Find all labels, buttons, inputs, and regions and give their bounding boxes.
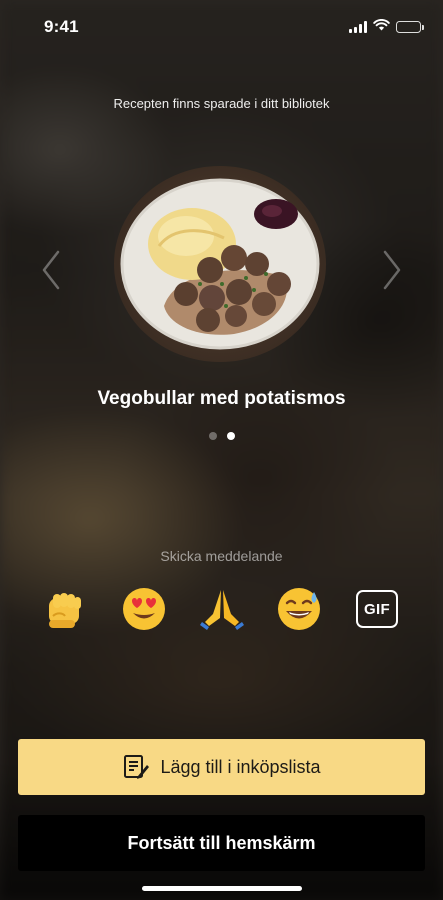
wifi-icon bbox=[373, 18, 390, 36]
sweat-smile-emoji[interactable] bbox=[273, 584, 325, 634]
continue-to-home-label: Fortsätt till hemskärm bbox=[127, 832, 316, 853]
shopping-list-icon bbox=[124, 755, 150, 779]
carousel-pagination bbox=[0, 432, 443, 440]
fist-bump-emoji[interactable] bbox=[40, 584, 92, 634]
add-to-shopping-list-button[interactable]: Lägg till i inköpslista bbox=[18, 739, 425, 795]
carousel-next-button[interactable] bbox=[377, 245, 407, 295]
cellular-signal-icon bbox=[349, 21, 367, 33]
pagination-dot-active[interactable] bbox=[226, 432, 235, 440]
status-bar: 9:41 bbox=[0, 0, 443, 54]
status-time: 9:41 bbox=[44, 17, 79, 36]
saved-notice: Recepten finns sparade i ditt bibliotek bbox=[113, 96, 330, 111]
add-to-shopping-list-label: Lägg till i inköpslista bbox=[160, 756, 321, 777]
gif-icon: GIF bbox=[356, 590, 398, 628]
status-icons bbox=[349, 18, 424, 36]
battery-icon bbox=[396, 21, 424, 33]
heart-eyes-emoji[interactable] bbox=[118, 584, 170, 634]
folded-hands-emoji[interactable] bbox=[196, 584, 248, 634]
pagination-dot[interactable] bbox=[208, 432, 217, 440]
carousel-prev-button[interactable] bbox=[36, 245, 66, 295]
gif-button[interactable]: GIF bbox=[351, 584, 403, 634]
continue-to-home-button[interactable]: Fortsätt till hemskärm bbox=[18, 815, 425, 871]
reaction-bar: GIF bbox=[40, 584, 403, 634]
chevron-right-icon bbox=[383, 250, 401, 290]
home-indicator bbox=[141, 886, 302, 891]
recipe-image[interactable] bbox=[114, 166, 326, 362]
recipe-title: Vegobullar med potatismos bbox=[97, 388, 346, 409]
send-message-label: Skicka meddelande bbox=[160, 548, 283, 564]
chevron-left-icon bbox=[42, 250, 60, 290]
